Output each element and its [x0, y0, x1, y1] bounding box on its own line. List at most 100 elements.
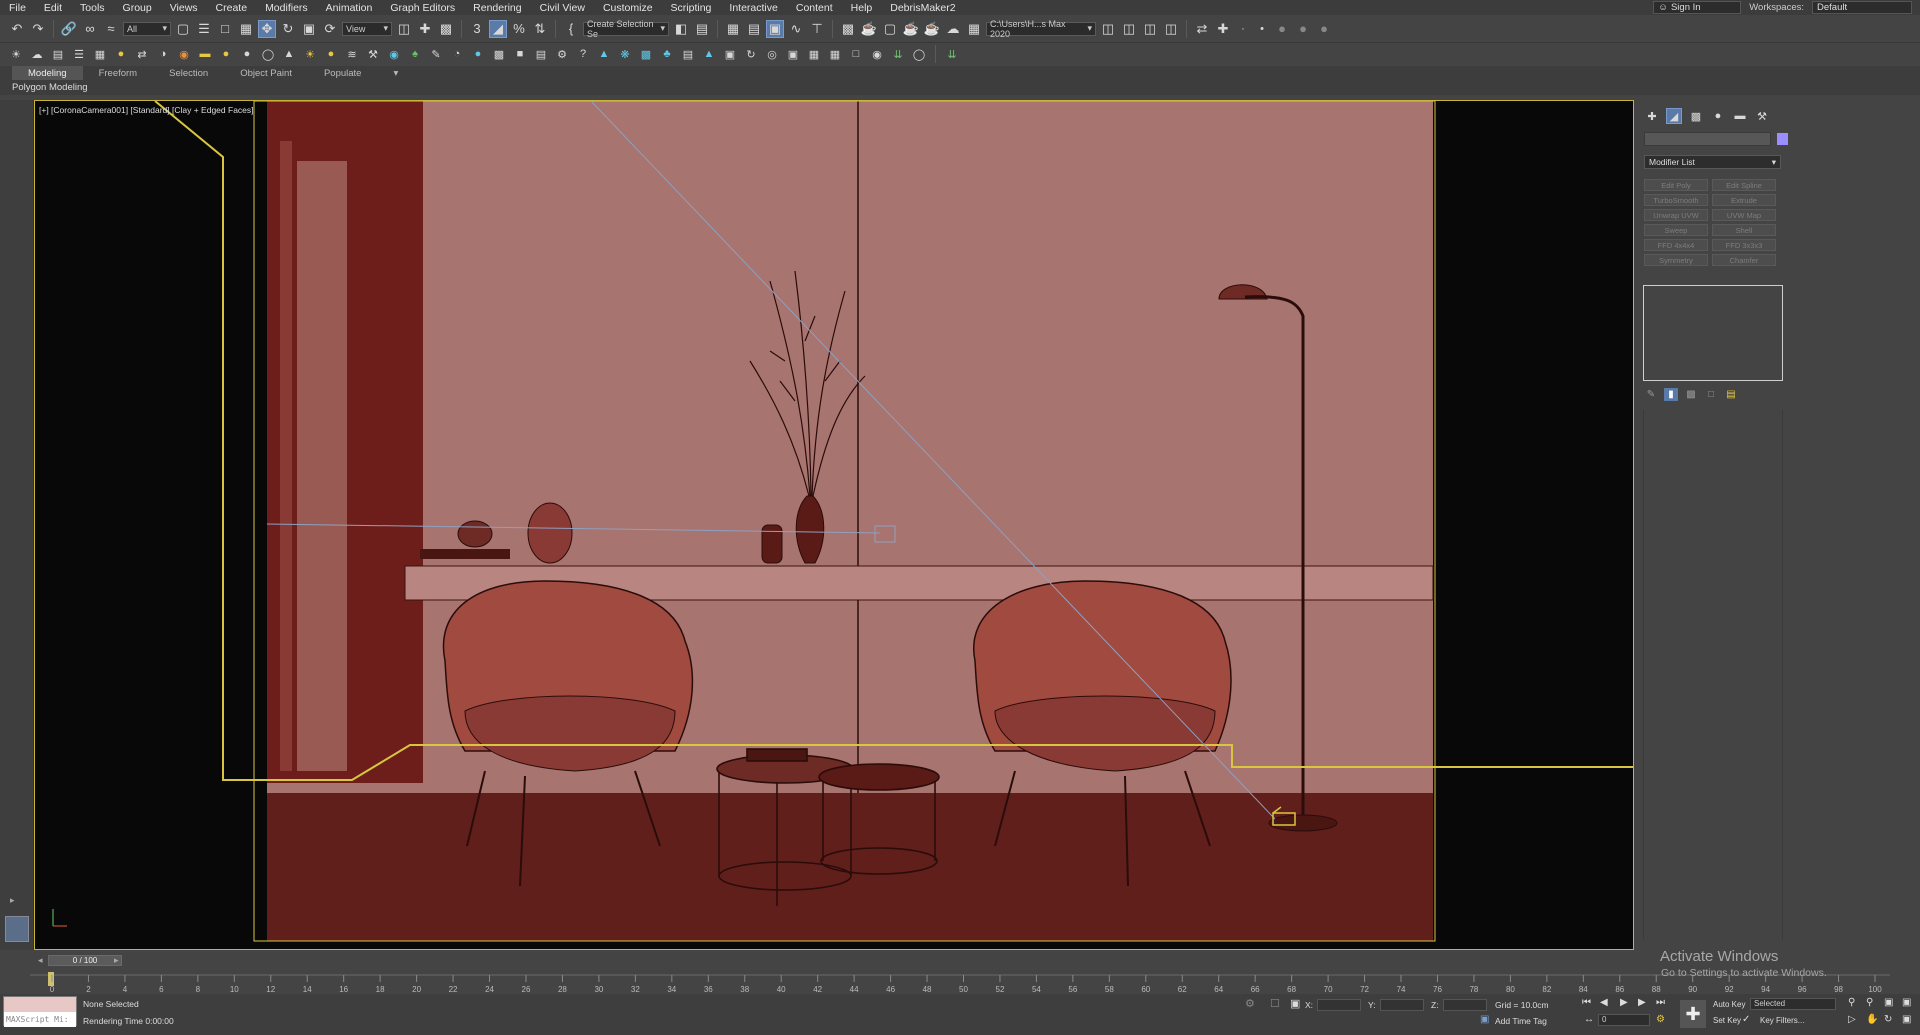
- symmetry-button[interactable]: Symmetry: [1644, 254, 1708, 266]
- unwrap-uvw-button[interactable]: Unwrap UVW: [1644, 209, 1708, 221]
- render-iterative-icon[interactable]: ☕: [923, 20, 941, 38]
- viewport-layout-thumb[interactable]: [5, 916, 29, 942]
- unlink-icon[interactable]: ∞: [81, 20, 99, 38]
- corona-tree-icon[interactable]: ♠: [407, 46, 423, 62]
- angle-snap-icon[interactable]: ◢: [489, 19, 507, 38]
- next-frame-button-icon[interactable]: ▶: [1638, 997, 1646, 1008]
- workspace-dropdown[interactable]: Default: [1812, 1, 1912, 14]
- maxscript-input[interactable]: MAXScript Mi:: [4, 1012, 76, 1027]
- object-color-swatch[interactable]: [1777, 133, 1788, 145]
- lock-icon[interactable]: ☐: [1270, 997, 1280, 1010]
- display-tab-icon[interactable]: ▬: [1732, 108, 1748, 124]
- bulb-icon[interactable]: ◯: [911, 46, 927, 62]
- rendered-frame-icon[interactable]: ▢: [881, 20, 899, 38]
- render-cloud-icon[interactable]: ☁: [944, 20, 962, 38]
- next-frame-icon[interactable]: ▸: [114, 955, 119, 966]
- corona-sphere-icon[interactable]: ●: [218, 46, 234, 62]
- create-tab-icon[interactable]: ✚: [1644, 108, 1660, 124]
- chamfer-button[interactable]: Chamfer: [1712, 254, 1776, 266]
- tab-object-paint[interactable]: Object Paint: [224, 66, 308, 80]
- toggle-ribbon-icon[interactable]: ▣: [766, 19, 784, 38]
- bind-spacewarp-icon[interactable]: ≈: [102, 20, 120, 38]
- uvw-map-button[interactable]: UVW Map: [1712, 209, 1776, 221]
- ffd-4x4x4-button[interactable]: FFD 4x4x4: [1644, 239, 1708, 251]
- shell-button[interactable]: Shell: [1712, 224, 1776, 236]
- tab-modeling[interactable]: Modeling: [12, 66, 83, 80]
- select-object-icon[interactable]: ▢: [174, 20, 192, 38]
- corona-light-icon[interactable]: ●: [113, 46, 129, 62]
- extrude-button[interactable]: Extrude: [1712, 194, 1776, 206]
- corona-dome-icon[interactable]: ◯: [260, 46, 276, 62]
- menu-edit[interactable]: Edit: [35, 2, 71, 14]
- mirror-icon[interactable]: ◧: [672, 20, 690, 38]
- absolute-mode-icon[interactable]: ▣: [1290, 997, 1300, 1010]
- spinner-snap-icon[interactable]: ⇅: [531, 20, 549, 38]
- corona-tool-icon[interactable]: ⚒: [365, 46, 381, 62]
- ribbon-options-icon[interactable]: ▾: [377, 66, 414, 80]
- rect-selection-icon[interactable]: □: [216, 20, 234, 38]
- project-folder-icon[interactable]: ◫: [1099, 20, 1117, 38]
- circle-icon[interactable]: ●: [1294, 20, 1312, 38]
- corona-sun-icon[interactable]: ☀: [302, 46, 318, 62]
- selected-set-dropdown[interactable]: Selected: [1750, 998, 1836, 1010]
- menu-scripting[interactable]: Scripting: [662, 2, 721, 14]
- orbit-icon[interactable]: ◎: [764, 46, 780, 62]
- corona-sphere-blue-icon[interactable]: ●: [470, 46, 486, 62]
- previous-frame-icon[interactable]: ◀: [1600, 997, 1608, 1008]
- corona-cam-icon[interactable]: ◑: [155, 46, 171, 62]
- corona-orb-icon[interactable]: ●: [323, 46, 339, 62]
- menu-debrismaker[interactable]: DebrisMaker2: [881, 2, 964, 14]
- tree-icon[interactable]: ▲: [701, 46, 717, 62]
- tab-freeform[interactable]: Freeform: [83, 66, 154, 80]
- sign-in-button[interactable]: ☺ Sign In: [1653, 1, 1742, 14]
- utilities-tab-icon[interactable]: ⚒: [1754, 108, 1770, 124]
- menu-civil-view[interactable]: Civil View: [531, 2, 594, 14]
- book-icon[interactable]: ▤: [680, 46, 696, 62]
- menu-graph-editors[interactable]: Graph Editors: [381, 2, 464, 14]
- help-icon[interactable]: ?: [575, 46, 591, 62]
- project-save-icon[interactable]: ◫: [1141, 20, 1159, 38]
- isolate-icon[interactable]: ⚙: [1245, 997, 1255, 1010]
- viewport-label[interactable]: [+] [CoronaCamera001] [Standard] [Clay +…: [39, 105, 254, 115]
- corona-cloud-icon[interactable]: ☁: [29, 46, 45, 62]
- circle-icon[interactable]: ●: [1315, 20, 1333, 38]
- grid-view-icon[interactable]: ▦: [806, 46, 822, 62]
- corona-scatter-icon[interactable]: ≋: [344, 46, 360, 62]
- time-cursor[interactable]: [48, 972, 54, 986]
- plant-icon[interactable]: ♣: [659, 46, 675, 62]
- go-to-end-icon[interactable]: ⏭: [1656, 997, 1665, 1008]
- object-name-field[interactable]: [1644, 132, 1771, 146]
- menu-file[interactable]: File: [0, 2, 35, 14]
- remove-modifier-icon[interactable]: □: [1704, 388, 1718, 401]
- render-production-icon[interactable]: ☕: [902, 20, 920, 38]
- tab-populate[interactable]: Populate: [308, 66, 378, 80]
- select-by-name-icon[interactable]: ☰: [195, 20, 213, 38]
- corona-mat-icon[interactable]: ◔: [449, 46, 465, 62]
- z-field[interactable]: [1442, 999, 1487, 1011]
- corona-grid-icon[interactable]: ▦: [92, 46, 108, 62]
- layers-icon[interactable]: ▦: [827, 46, 843, 62]
- menu-content[interactable]: Content: [787, 2, 842, 14]
- curve-editor-icon[interactable]: ∿: [787, 20, 805, 38]
- create-selection-set-dropdown[interactable]: Create Selection Se ▾: [583, 19, 669, 39]
- menu-animation[interactable]: Animation: [317, 2, 382, 14]
- y-field[interactable]: [1379, 999, 1424, 1011]
- corona-list-icon[interactable]: ☰: [71, 46, 87, 62]
- zoom-extents-icon[interactable]: ▣: [1884, 997, 1893, 1008]
- time-slider[interactable]: 0 / 100: [48, 955, 122, 966]
- pan-view-icon[interactable]: ✋: [1866, 1014, 1878, 1025]
- turbosmooth-button[interactable]: TurboSmooth: [1644, 194, 1708, 206]
- show-end-result-icon[interactable]: ▮: [1664, 388, 1678, 401]
- current-frame-field[interactable]: 0: [1598, 1014, 1650, 1026]
- pivot-center-icon[interactable]: ◫: [395, 20, 413, 38]
- project-settings-icon[interactable]: ◫: [1162, 20, 1180, 38]
- menu-views[interactable]: Views: [161, 2, 207, 14]
- key-tangent-icon[interactable]: ✓: [1742, 1014, 1750, 1025]
- select-move-icon[interactable]: ✥: [258, 19, 276, 38]
- edit-named-selection-icon[interactable]: {: [562, 20, 580, 38]
- align-icon[interactable]: ▤: [693, 20, 711, 38]
- time-config-arrows-icon[interactable]: ↔: [1584, 1014, 1594, 1025]
- hierarchy-tab-icon[interactable]: ▩: [1688, 108, 1704, 124]
- set-keys-icon[interactable]: ✚: [1680, 1000, 1706, 1028]
- link-icon[interactable]: 🔗: [60, 20, 78, 38]
